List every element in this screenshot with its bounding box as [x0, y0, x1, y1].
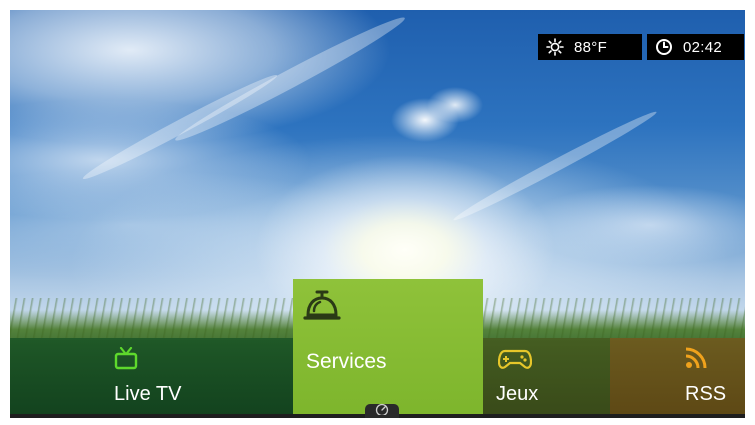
tv-home-screen: 88°F 02:42 Live TV Jeux RSS Services: [10, 10, 745, 418]
gauge-icon: [375, 402, 389, 418]
clock-icon: [651, 38, 677, 56]
menu-item-label: Services: [306, 350, 387, 373]
weather-widget: 88°F: [538, 34, 642, 60]
menu-item-label: RSS: [685, 383, 727, 405]
gamepad-icon: [497, 347, 533, 376]
menu-item-jeux[interactable]: Jeux: [483, 338, 610, 418]
clock-widget: 02:42: [647, 34, 744, 60]
menu-item-rss[interactable]: RSS: [610, 338, 745, 418]
rss-icon: [684, 346, 708, 375]
menu-item-label: Live TV: [114, 383, 182, 405]
tv-icon: [113, 346, 139, 376]
gauge-button[interactable]: [365, 402, 399, 418]
service-bell-icon: [303, 289, 343, 328]
menu-item-services[interactable]: Services: [293, 279, 483, 418]
menu-item-live-tv[interactable]: Live TV: [10, 338, 293, 418]
temperature-value: 88°F: [574, 38, 608, 56]
time-value: 02:42: [683, 38, 723, 56]
sun-icon: [542, 38, 568, 56]
menu-item-label: Jeux: [496, 383, 539, 405]
